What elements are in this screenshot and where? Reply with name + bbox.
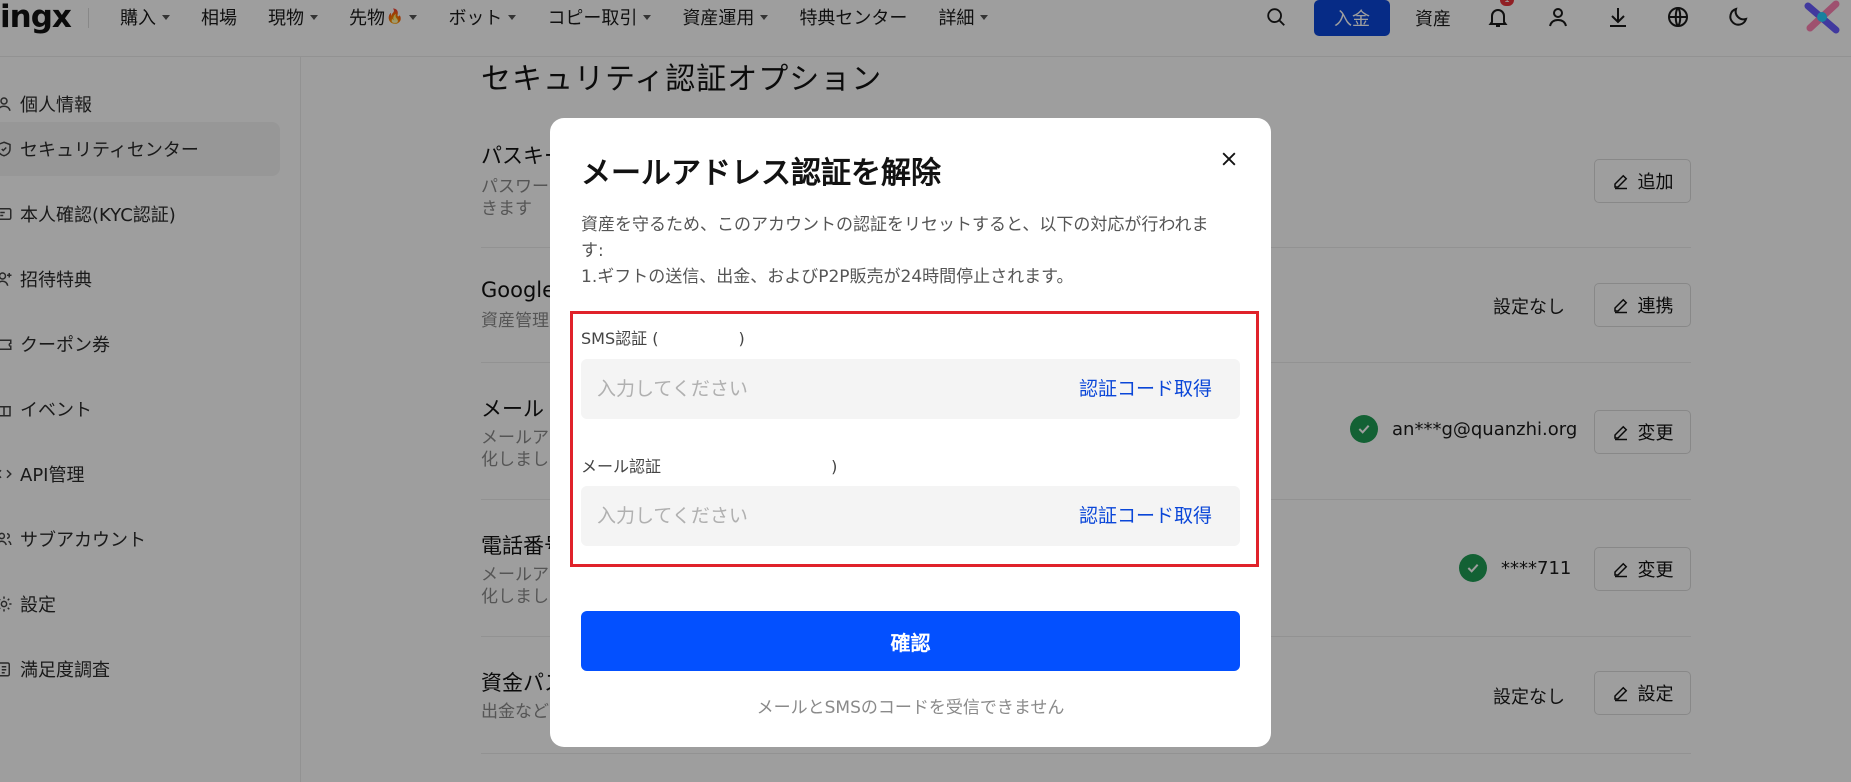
label-text: SMS認証 (: [581, 329, 659, 348]
desc-line: す:: [581, 241, 604, 261]
label-text: ): [831, 457, 838, 476]
confirm-button[interactable]: 確認: [581, 611, 1240, 671]
label-text: ): [738, 329, 745, 348]
sms-verification-label: SMS認証 (): [581, 325, 745, 349]
dialog-title: メールアドレス認証を解除: [581, 156, 941, 191]
get-email-code-button[interactable]: 認証コード取得: [1079, 486, 1212, 546]
email-verification-label: メール認証 ): [581, 453, 837, 477]
unbind-email-dialog: メールアドレス認証を解除 資産を守るため、このアカウントの認証をリセットすると、…: [550, 118, 1271, 747]
desc-line: 1.ギフトの送信、出金、およびP2P販売が24時間停止されます。: [581, 267, 1074, 287]
sms-code-input[interactable]: [597, 359, 997, 419]
sms-code-field: 認証コード取得: [581, 359, 1240, 419]
desc-line: 資産を守るため、このアカウントの認証をリセットすると、以下の対応が行われま: [581, 215, 1209, 235]
close-icon[interactable]: [1216, 146, 1242, 172]
dialog-description: 資産を守るため、このアカウントの認証をリセットすると、以下の対応が行われま す:…: [581, 212, 1241, 290]
email-code-input[interactable]: [597, 486, 997, 546]
email-code-field: 認証コード取得: [581, 486, 1240, 546]
get-sms-code-button[interactable]: 認証コード取得: [1079, 359, 1212, 419]
cant-receive-code-link[interactable]: メールとSMSのコードを受信できません: [550, 693, 1271, 718]
label-text: メール認証: [581, 457, 667, 476]
